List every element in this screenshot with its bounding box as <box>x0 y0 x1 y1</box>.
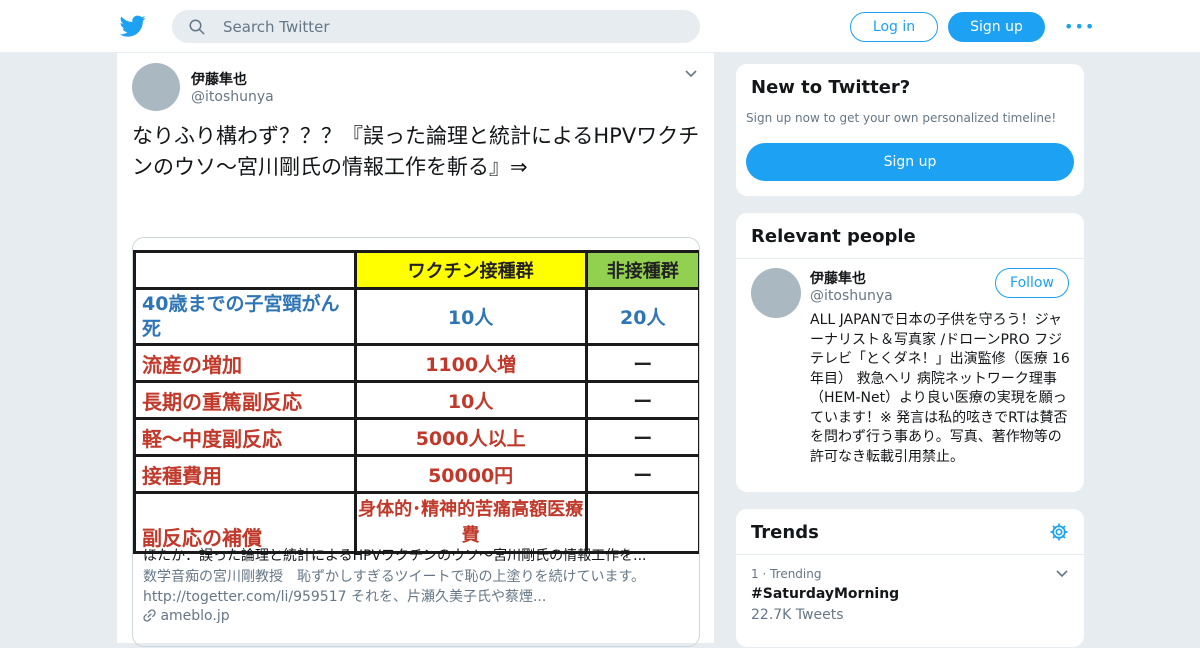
vaccine-comparison-table: ワクチン接種群 非接種群 40歳までの子宮頸がん死 10人 20人 流産の増加 … <box>133 250 699 554</box>
trends-panel: Trends 1 · Trending #SaturdayMorning 22.… <box>735 508 1085 648</box>
relevant-people-panel: Relevant people 伊藤隼也 @itoshunya Follow A… <box>735 212 1085 493</box>
row-label: 接種費用 <box>133 454 357 494</box>
sidebar-signup-button[interactable]: Sign up <box>746 143 1074 181</box>
card-title[interactable]: ほたか：誤った論理と統計によるHPVワクチンのウソ～宮川剛氏の情報工作を... <box>143 545 691 565</box>
row-label: 軽～中度副反応 <box>133 417 357 457</box>
search-bar[interactable]: Search Twitter <box>172 10 700 43</box>
cell-value: 5000人以上 <box>353 417 588 457</box>
divider <box>736 554 1084 555</box>
cell-value <box>584 491 699 554</box>
table-header-row: ワクチン接種群 非接種群 <box>133 250 699 290</box>
tweet-container: 伊藤隼也 @itoshunya なりふり構わず？？？『誤った論理と統計によるHP… <box>116 53 715 647</box>
person-handle[interactable]: @itoshunya <box>810 288 893 304</box>
table-row: 副反応の補償 身体的･精神的苦痛高額医療費 <box>133 491 699 554</box>
table-row: 40歳までの子宮頸がん死 10人 20人 <box>133 287 699 346</box>
search-input[interactable]: Search Twitter <box>223 18 330 36</box>
row-label: 流産の増加 <box>133 343 357 383</box>
cell-value: 20人 <box>584 287 699 346</box>
cell-value: 1100人増 <box>353 343 588 383</box>
cell-value: ー <box>584 343 699 383</box>
row-label: 長期の重篤副反応 <box>133 380 357 420</box>
panel-subtitle: Sign up now to get your own personalized… <box>746 111 1057 125</box>
panel-title: Trends <box>751 522 819 543</box>
login-button[interactable]: Log in <box>850 12 938 42</box>
cell-value: 50000円 <box>353 454 588 494</box>
tweet-text: なりふり構わず？？？『誤った論理と統計によるHPVワクチンのウソ～宮川剛氏の情報… <box>132 124 700 179</box>
new-to-twitter-panel: New to Twitter? Sign up now to get your … <box>735 63 1085 197</box>
panel-title: New to Twitter? <box>751 77 911 98</box>
trend-tweet-count: 22.7K Tweets <box>751 607 844 623</box>
top-navigation-bar: Search Twitter Log in Sign up ••• <box>0 0 1200 53</box>
signup-button[interactable]: Sign up <box>948 12 1045 42</box>
panel-title: Relevant people <box>751 226 916 247</box>
card-image: ワクチン接種群 非接種群 40歳までの子宮頸がん死 10人 20人 流産の増加 … <box>133 238 699 554</box>
cell-value: 10人 <box>353 380 588 420</box>
avatar[interactable] <box>132 63 180 111</box>
cell-value: 身体的･精神的苦痛高額医療費 <box>353 491 588 554</box>
avatar[interactable] <box>751 268 801 318</box>
header-unvaccinated: 非接種群 <box>584 250 699 290</box>
table-row: 接種費用 50000円 ー <box>133 454 699 494</box>
twitter-bird-icon[interactable] <box>120 13 146 39</box>
card-domain[interactable]: ameblo.jp <box>143 608 230 624</box>
person-name[interactable]: 伊藤隼也 <box>810 268 866 288</box>
table-row: 流産の増加 1100人増 ー <box>133 343 699 383</box>
table-row: 長期の重篤副反応 10人 ー <box>133 380 699 420</box>
cell-value: ー <box>584 417 699 457</box>
divider <box>736 258 1084 259</box>
person-bio: ALL JAPANで日本の子供を守ろう！ジャーナリスト＆写真家 /ドローンPRO… <box>810 312 1070 465</box>
link-preview-card[interactable]: ワクチン接種群 非接種群 40歳までの子宮頸がん死 10人 20人 流産の増加 … <box>132 237 700 647</box>
header-vaccinated: ワクチン接種群 <box>353 250 588 290</box>
card-domain-text: ameblo.jp <box>160 608 230 624</box>
chevron-down-icon[interactable] <box>684 67 698 81</box>
search-icon <box>189 19 205 35</box>
gear-icon[interactable] <box>1049 522 1069 542</box>
link-icon <box>143 609 156 622</box>
cell-value: ー <box>584 454 699 494</box>
follow-button[interactable]: Follow <box>995 268 1069 298</box>
chevron-down-icon[interactable] <box>1055 567 1069 581</box>
trend-name[interactable]: #SaturdayMorning <box>751 586 899 602</box>
table-row: 軽～中度副反応 5000人以上 ー <box>133 417 699 457</box>
card-description: 数学音痴の宮川剛教授 恥ずかしすぎるツイートで恥の上塗りを続けています。 htt… <box>143 569 646 605</box>
row-label: 副反応の補償 <box>133 491 357 554</box>
tweet-author-name[interactable]: 伊藤隼也 <box>191 69 247 89</box>
row-label: 40歳までの子宮頸がん死 <box>133 287 357 346</box>
cell-value: 10人 <box>353 287 588 346</box>
tweet-author-handle[interactable]: @itoshunya <box>191 89 274 105</box>
cell-value: ー <box>584 380 699 420</box>
trend-meta: 1 · Trending <box>751 567 822 581</box>
more-options-icon[interactable]: ••• <box>1064 17 1094 36</box>
